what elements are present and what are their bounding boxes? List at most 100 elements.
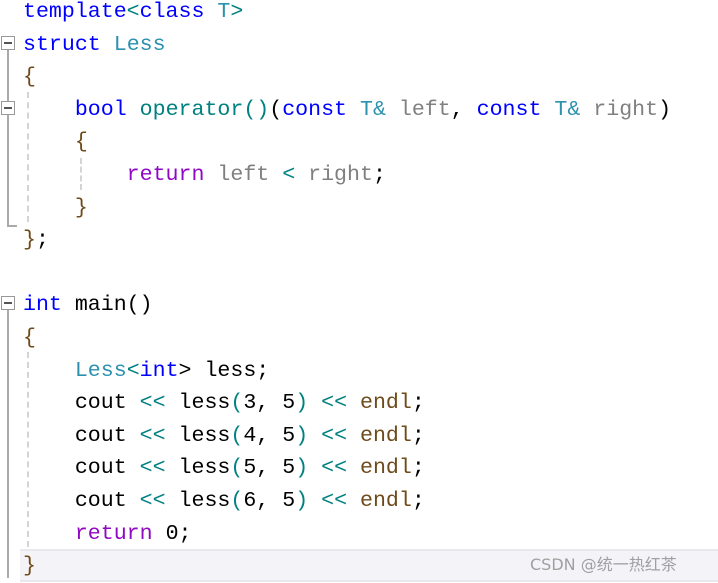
code-token: <<: [126, 391, 179, 416]
code-token: }: [23, 554, 36, 579]
code-token: 6, 5: [243, 488, 296, 513]
code-token: main(): [61, 293, 153, 318]
code-token: 5, 5: [243, 456, 296, 481]
code-token: ): [295, 423, 309, 448]
code-token: less: [178, 488, 231, 513]
code-token: return: [126, 162, 205, 187]
code-token: <<: [126, 423, 179, 448]
code-token: <<: [308, 391, 360, 416]
code-line[interactable]: cout << less(3, 5) << endl;: [23, 387, 671, 420]
code-token: T: [217, 0, 231, 24]
code-token: <<: [308, 456, 360, 481]
code-token: cout: [74, 423, 127, 448]
code-token: int: [139, 358, 179, 383]
collapse-icon[interactable]: [1, 36, 15, 50]
code-token: }: [23, 228, 36, 253]
code-token: const: [476, 97, 542, 122]
code-token: endl: [360, 488, 412, 513]
code-line[interactable]: Less<int> less;: [23, 355, 671, 388]
code-token: return: [74, 521, 153, 546]
code-token: left: [217, 162, 270, 187]
code-token: (: [269, 97, 283, 122]
code-token: ): [295, 456, 309, 481]
code-token: ,: [450, 97, 477, 122]
fold-line: [7, 50, 9, 225]
code-token: less: [178, 423, 231, 448]
code-token: ;: [35, 228, 49, 253]
collapse-icon[interactable]: [1, 101, 15, 115]
code-line[interactable]: bool operator()(const T& left, const T& …: [23, 94, 671, 127]
code-token: less: [178, 391, 231, 416]
code-token: (: [230, 391, 244, 416]
code-token: T&: [359, 97, 386, 122]
code-line[interactable]: return 0;: [23, 518, 671, 551]
code-token: <: [269, 162, 309, 187]
code-line[interactable]: {: [23, 126, 671, 159]
code-token: struct: [23, 32, 101, 57]
code-token: ): [658, 97, 672, 122]
code-line[interactable]: cout << less(6, 5) << endl;: [23, 485, 671, 518]
code-line[interactable]: }: [23, 192, 671, 225]
code-token: cout: [74, 456, 127, 481]
code-token: <<: [308, 423, 360, 448]
code-line[interactable]: {: [23, 61, 671, 94]
code-token: {: [23, 325, 36, 350]
code-token: <: [126, 358, 140, 383]
code-line[interactable]: cout << less(4, 5) << endl;: [23, 420, 671, 453]
code-token: 4, 5: [243, 423, 296, 448]
code-token: (: [230, 488, 244, 513]
code-token: template: [23, 0, 127, 24]
code-line[interactable]: };: [23, 224, 671, 257]
code-token: 0;: [152, 521, 192, 546]
code-token: 3, 5: [243, 391, 296, 416]
code-token: endl: [360, 456, 412, 481]
code-token: Less: [74, 358, 127, 383]
code-line[interactable]: [23, 257, 671, 290]
collapse-icon[interactable]: [1, 296, 15, 310]
code-token: ;: [411, 456, 425, 481]
code-token: endl: [360, 423, 412, 448]
code-line[interactable]: {: [23, 322, 671, 355]
code-token: (: [230, 423, 244, 448]
code-token: ;: [372, 162, 386, 187]
code-token: <<: [308, 488, 360, 513]
code-line[interactable]: return left < right;: [23, 159, 671, 192]
code-token: class: [139, 0, 205, 24]
code-token: less: [178, 456, 231, 481]
watermark: CSDN @统一热红茶: [530, 555, 677, 574]
code-line[interactable]: struct Less: [23, 29, 671, 62]
fold-line: [7, 310, 9, 578]
code-token: int: [23, 293, 62, 318]
code-token: (: [230, 456, 244, 481]
code-token: <<: [126, 488, 179, 513]
code-line[interactable]: cout << less(5, 5) << endl;: [23, 452, 671, 485]
code-line[interactable]: int main(): [23, 289, 671, 322]
code-token: right: [593, 97, 659, 122]
code-token: <: [126, 0, 140, 24]
code-token: cout: [74, 391, 127, 416]
code-token: ): [295, 391, 309, 416]
code-line[interactable]: template<class T>: [23, 0, 671, 29]
code-token: ;: [411, 423, 425, 448]
code-editor[interactable]: template<class T> struct Less{ bool opera…: [23, 0, 671, 583]
code-token: bool: [74, 97, 127, 122]
code-token: const: [282, 97, 348, 122]
code-token: }: [74, 195, 88, 220]
code-token: {: [74, 130, 88, 155]
code-token: >: [230, 0, 244, 24]
